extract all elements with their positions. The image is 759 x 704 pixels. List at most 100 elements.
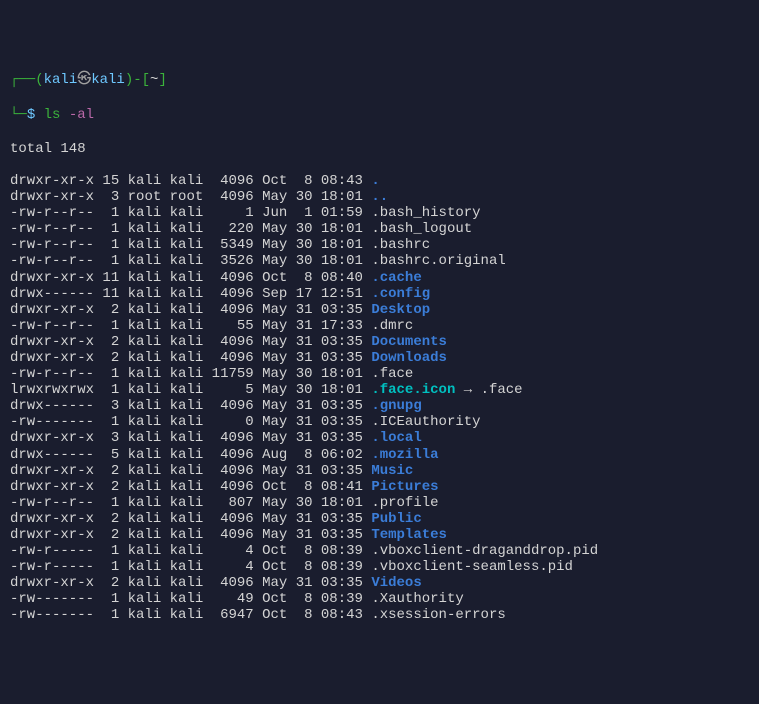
group: kali (170, 334, 204, 350)
date: Jun 1 01:59 (262, 205, 363, 221)
size: 0 (212, 414, 254, 430)
perms: -rw-r--r-- (10, 366, 94, 382)
date: May 30 18:01 (262, 382, 363, 398)
group: kali (170, 302, 204, 318)
perms: lrwxrwxrwx (10, 382, 94, 398)
size: 5 (212, 382, 254, 398)
group: kali (170, 591, 204, 607)
date: May 30 18:01 (262, 237, 363, 253)
owner: kali (128, 302, 162, 318)
perms: drwxr-xr-x (10, 334, 94, 350)
date: May 31 03:35 (262, 511, 363, 527)
size: 4096 (212, 447, 254, 463)
listing-row: -rw-r----- 1 kali kali 4 Oct 8 08:39 .vb… (10, 559, 749, 575)
group: kali (170, 350, 204, 366)
owner: kali (128, 447, 162, 463)
owner: kali (128, 479, 162, 495)
command-option: -al (69, 107, 94, 123)
links: 1 (102, 559, 119, 575)
group: kali (170, 575, 204, 591)
group: kali (170, 270, 204, 286)
links: 1 (102, 607, 119, 623)
date: May 31 03:35 (262, 575, 363, 591)
listing-row: drwxr-xr-x 3 kali kali 4096 May 31 03:35… (10, 430, 749, 446)
listing-row: drwxr-xr-x 2 kali kali 4096 May 31 03:35… (10, 350, 749, 366)
date: May 31 17:33 (262, 318, 363, 334)
date: Oct 8 08:43 (262, 607, 363, 623)
links: 2 (102, 479, 119, 495)
file-name: .bash_history (371, 205, 480, 221)
perms: drwx------ (10, 398, 94, 414)
group: kali (170, 447, 204, 463)
date: May 30 18:01 (262, 253, 363, 269)
size: 4096 (212, 398, 254, 414)
file-name: .vboxclient-draganddrop.pid (371, 543, 598, 559)
file-name: . (371, 173, 379, 189)
listing-row: -rw------- 1 kali kali 6947 Oct 8 08:43 … (10, 607, 749, 623)
size: 4096 (212, 334, 254, 350)
listing-row: drwxr-xr-x 2 kali kali 4096 May 31 03:35… (10, 334, 749, 350)
owner: kali (128, 286, 162, 302)
date: May 31 03:35 (262, 463, 363, 479)
file-name: .face.icon (371, 382, 455, 398)
listing-row: -rw-r--r-- 1 kali kali 3526 May 30 18:01… (10, 253, 749, 269)
group: kali (170, 173, 204, 189)
listing-row: drwxr-xr-x 2 kali kali 4096 May 31 03:35… (10, 302, 749, 318)
perms: drwxr-xr-x (10, 527, 94, 543)
group: kali (170, 205, 204, 221)
group: kali (170, 479, 204, 495)
file-name: .profile (371, 495, 438, 511)
file-name: .bashrc.original (371, 253, 505, 269)
size: 4096 (212, 479, 254, 495)
group: kali (170, 221, 204, 237)
file-name: Documents (371, 334, 447, 350)
links: 2 (102, 302, 119, 318)
group: kali (170, 366, 204, 382)
listing-row: drwxr-xr-x 2 kali kali 4096 May 31 03:35… (10, 511, 749, 527)
perms: -rw-r----- (10, 543, 94, 559)
file-name: Downloads (371, 350, 447, 366)
date: May 31 03:35 (262, 334, 363, 350)
perms: -rw-r--r-- (10, 253, 94, 269)
links: 2 (102, 511, 119, 527)
file-name: Videos (371, 575, 421, 591)
listing-row: -rw-r----- 1 kali kali 4 Oct 8 08:39 .vb… (10, 543, 749, 559)
links: 2 (102, 575, 119, 591)
perms: -rw------- (10, 607, 94, 623)
size: 220 (212, 221, 254, 237)
listing-row: lrwxrwxrwx 1 kali kali 5 May 30 18:01 .f… (10, 382, 749, 398)
size: 4096 (212, 575, 254, 591)
group: kali (170, 237, 204, 253)
symlink-arrow-icon: → (464, 382, 472, 398)
owner: kali (128, 221, 162, 237)
links: 1 (102, 414, 119, 430)
prompt-line-2[interactable]: └─$ ls -al (10, 107, 749, 123)
group: kali (170, 430, 204, 446)
listing-row: -rw-r--r-- 1 kali kali 55 May 31 17:33 .… (10, 318, 749, 334)
date: Oct 8 08:39 (262, 559, 363, 575)
listing-row: drwx------ 11 kali kali 4096 Sep 17 12:5… (10, 286, 749, 302)
listing-row: drwxr-xr-x 3 root root 4096 May 30 18:01… (10, 189, 749, 205)
listing: drwxr-xr-x 1 5 kali kali 4096 Oct 8 08:43… (10, 173, 749, 624)
size: 4096 (212, 430, 254, 446)
owner: kali (128, 575, 162, 591)
date: Oct 8 08:41 (262, 479, 363, 495)
file-name: .Xauthority (371, 591, 463, 607)
group: kali (170, 382, 204, 398)
owner: kali (128, 398, 162, 414)
perms: -rw------- (10, 414, 94, 430)
size: 4096 (212, 511, 254, 527)
owner: kali (128, 270, 162, 286)
listing-row: -rw-r--r-- 1 kali kali 807 May 30 18:01 … (10, 495, 749, 511)
owner: kali (128, 511, 162, 527)
perms: drwxr-xr-x (10, 511, 94, 527)
size: 807 (212, 495, 254, 511)
prompt-line-1: ┌──(kali㉿kali)-[~] (10, 72, 749, 88)
date: Oct 8 08:39 (262, 543, 363, 559)
prompt-at: ㉿ (77, 72, 91, 88)
owner: kali (128, 237, 162, 253)
links: 1 (102, 237, 119, 253)
file-name: Desktop (371, 302, 430, 318)
date: May 30 18:01 (262, 221, 363, 237)
date: May 31 03:35 (262, 350, 363, 366)
